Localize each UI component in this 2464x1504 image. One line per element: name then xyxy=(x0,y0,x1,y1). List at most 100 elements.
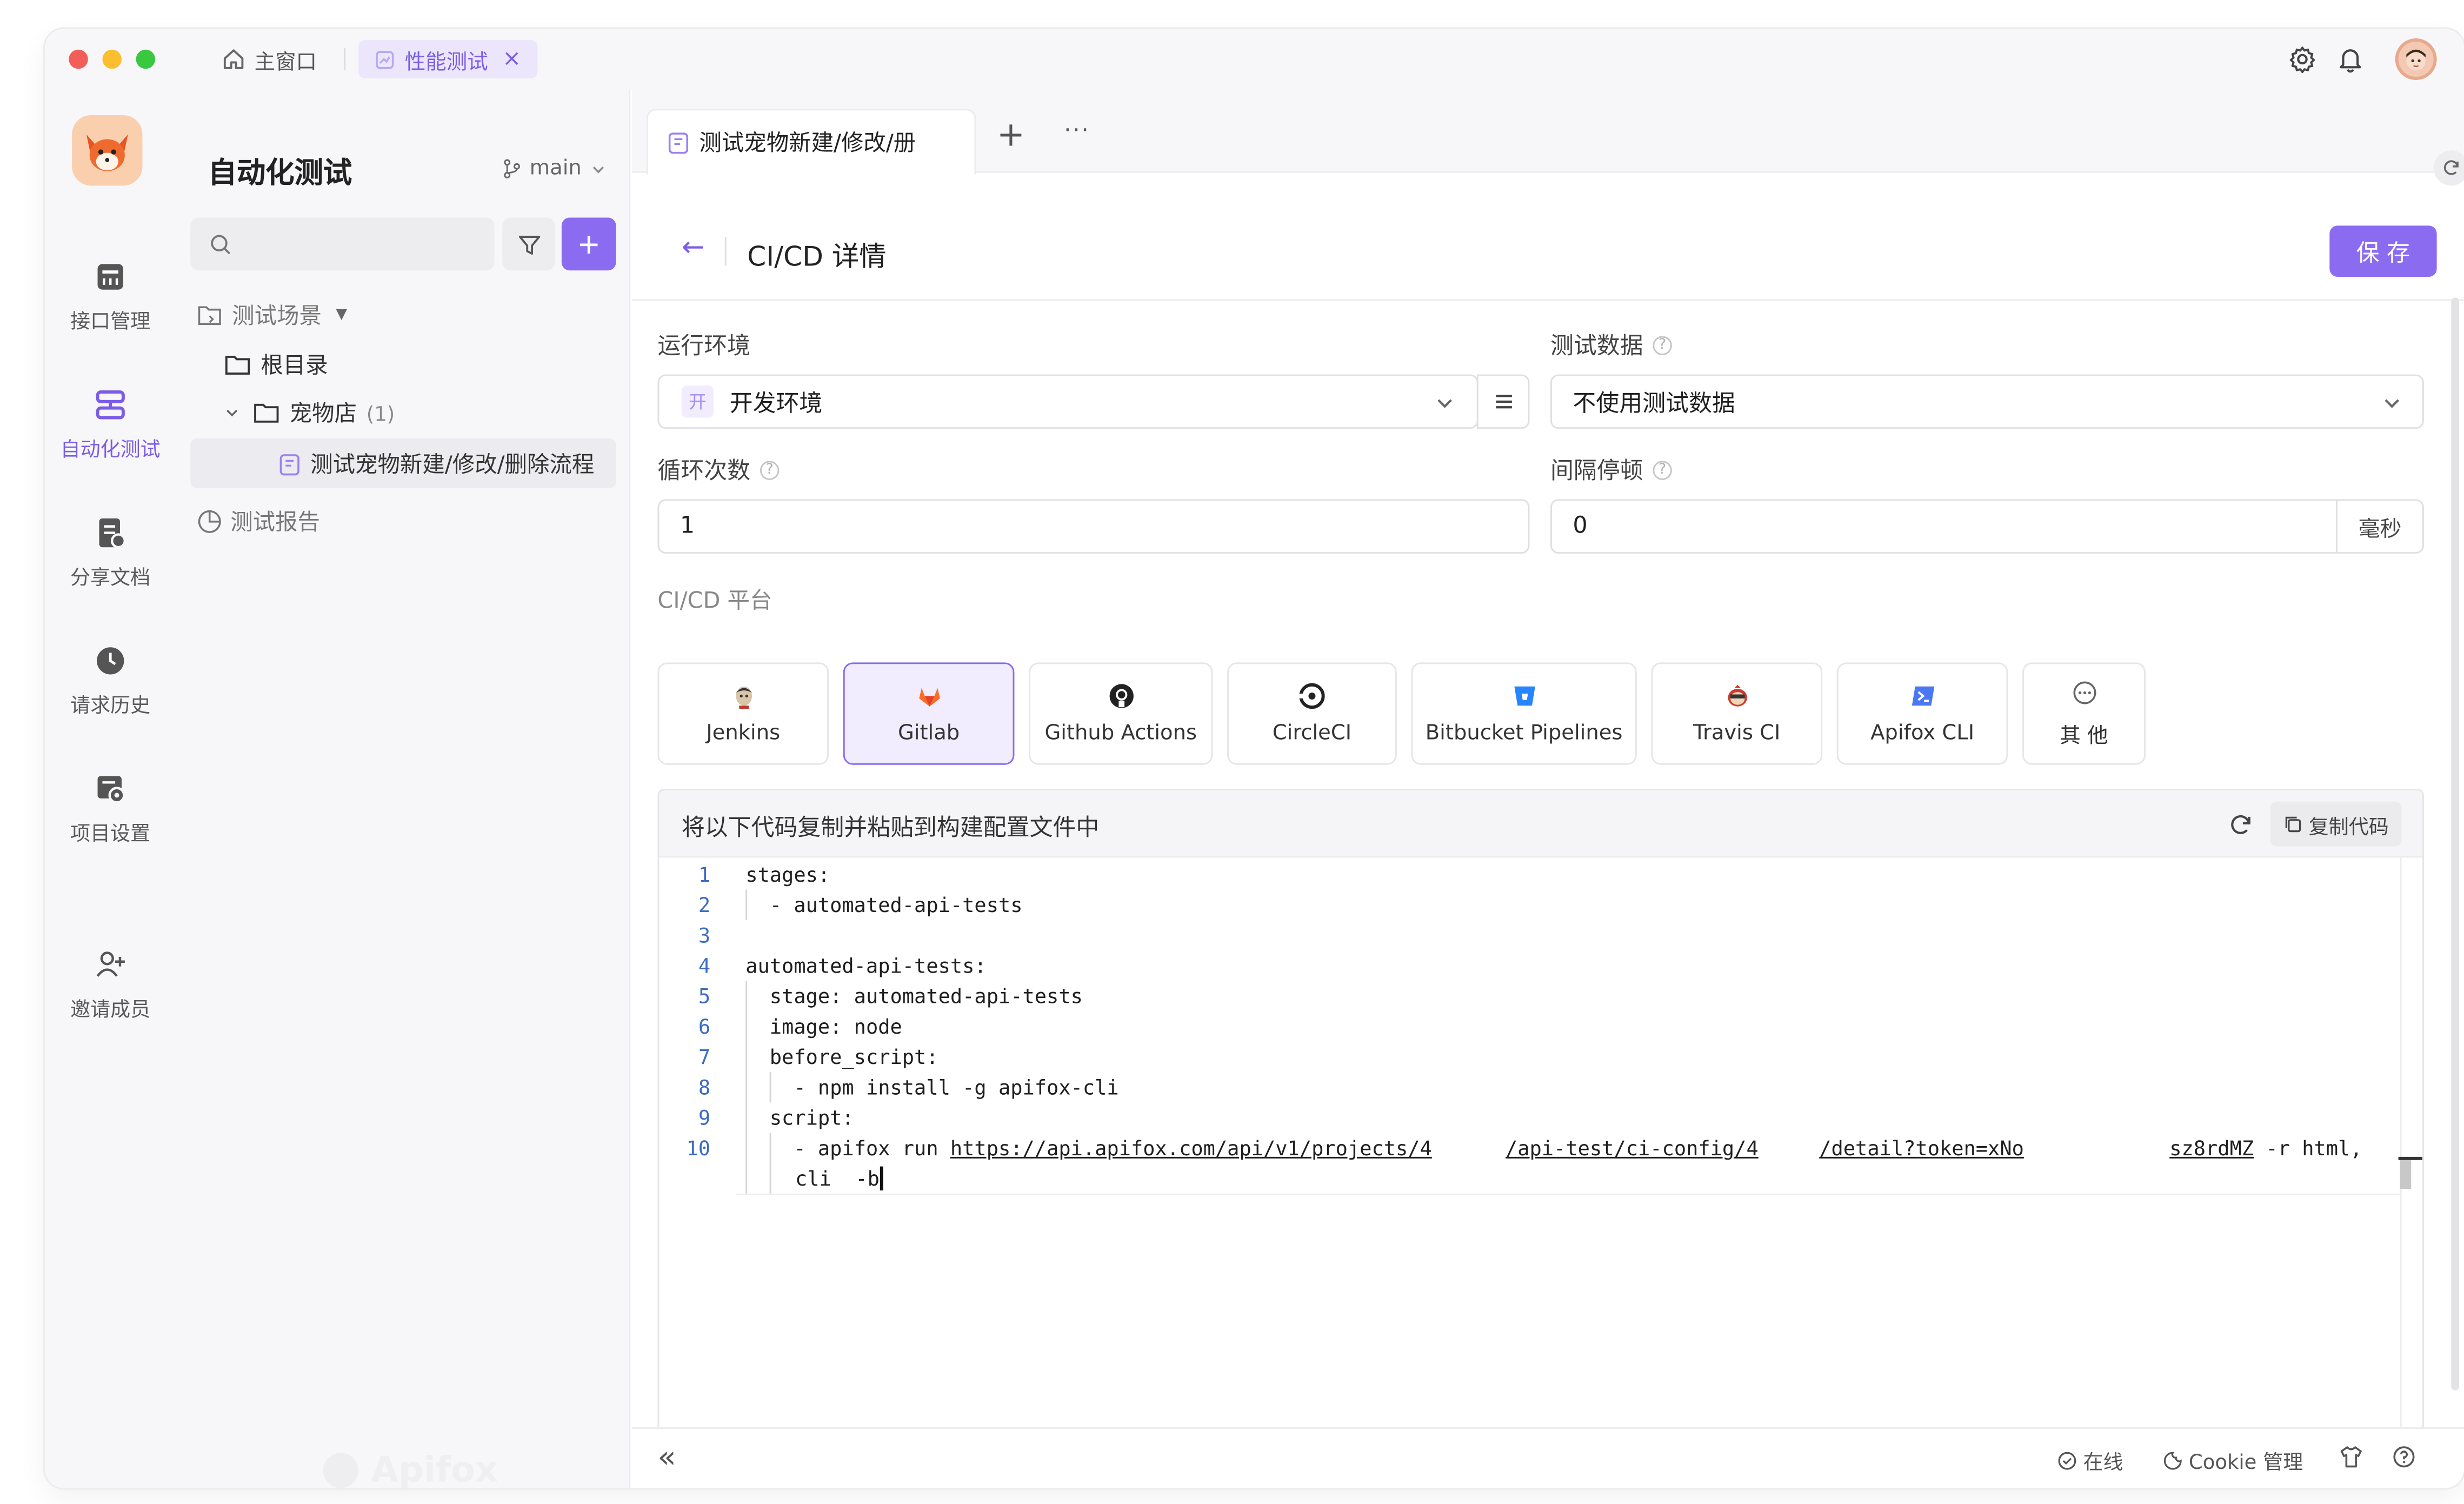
back-button[interactable]: ← xyxy=(682,232,704,264)
section-scenarios[interactable]: 测试场景 ▼ xyxy=(197,299,347,331)
collapse-sidebar-button[interactable]: « xyxy=(657,1440,676,1475)
code-run-prefix: - apifox run xyxy=(745,1136,950,1160)
plus-icon xyxy=(580,235,598,253)
code-scrollbar-thumb[interactable] xyxy=(2400,1158,2412,1189)
code-url-part[interactable]: https://api.apifox.com/api/v1/projects/4 xyxy=(950,1136,1432,1160)
test-data-select[interactable]: 不使用测试数据 xyxy=(1550,374,2424,429)
sync-button[interactable] xyxy=(2433,150,2464,186)
rail-label-invite: 邀请成员 xyxy=(70,996,151,1021)
copy-code-button[interactable]: 复制代码 xyxy=(2270,801,2402,847)
tab-scenario[interactable]: 测试宠物新建/修改/册 xyxy=(646,109,976,175)
rail-item-invite[interactable]: 邀请成员 xyxy=(45,947,176,1043)
platform-bitbucket-label: Bitbucket Pipelines xyxy=(1425,721,1623,745)
rail-item-history[interactable]: 请求历史 xyxy=(45,643,176,740)
branch-selector[interactable]: main xyxy=(502,157,607,181)
folder-icon xyxy=(225,356,250,375)
line-number: 8 xyxy=(698,1075,711,1100)
rail-item-share-doc[interactable]: 分享文档 xyxy=(45,515,176,611)
code-text: script: xyxy=(745,1106,854,1130)
rail-label-history: 请求历史 xyxy=(70,693,151,717)
user-avatar[interactable] xyxy=(2395,38,2437,80)
interval-label-text: 间隔停顿 xyxy=(1550,459,1643,485)
section-reports-label: 测试报告 xyxy=(230,510,320,536)
branch-name: main xyxy=(529,157,582,181)
help-icon[interactable]: ? xyxy=(1653,460,1672,480)
notifications-button[interactable] xyxy=(2333,42,2368,77)
code-url-part[interactable]: sz8rdMZ xyxy=(2169,1136,2254,1160)
watermark-text: Apifox xyxy=(371,1450,498,1488)
platform-github-actions[interactable]: Github Actions xyxy=(1029,662,1213,765)
code-line: 4 automated-api-tests: xyxy=(659,950,2400,981)
code-url-part[interactable]: /detail?token=xNo xyxy=(1819,1136,2024,1160)
help-icon[interactable]: ? xyxy=(1653,335,1672,355)
platform-jenkins[interactable]: Jenkins xyxy=(657,662,829,765)
code-url-part[interactable]: /api-test/ci-config/4 xyxy=(1506,1136,1759,1160)
env-value: 开发环境 xyxy=(729,391,823,417)
tree-folder-petstore[interactable]: 宠物店 (1) xyxy=(224,397,395,429)
add-tab-button[interactable]: + xyxy=(997,115,1025,154)
performance-icon xyxy=(376,50,394,69)
online-label: 在线 xyxy=(2083,1449,2123,1474)
online-status[interactable]: 在线 xyxy=(2057,1445,2123,1475)
loop-count-input[interactable]: 1 xyxy=(657,499,1530,554)
header-divider xyxy=(724,237,727,266)
line-number: 2 xyxy=(698,893,711,917)
platform-github-actions-label: Github Actions xyxy=(1044,721,1197,745)
platform-apifox-cli-label: Apifox CLI xyxy=(1870,721,1975,745)
rail-label-api: 接口管理 xyxy=(70,309,151,333)
minimize-window-button[interactable] xyxy=(102,49,122,69)
rail-item-settings[interactable]: 项目设置 xyxy=(45,771,176,868)
rail-label-settings: 项目设置 xyxy=(70,821,151,845)
indent-guide xyxy=(745,981,748,1194)
indent-guide xyxy=(769,1133,771,1194)
fox-logo-icon xyxy=(72,115,143,186)
gitlab-icon xyxy=(918,687,940,706)
platform-travis[interactable]: Travis CI xyxy=(1651,662,1823,765)
interval-input[interactable]: 0 xyxy=(1550,499,2338,554)
filter-button[interactable] xyxy=(502,217,556,271)
report-pie-icon xyxy=(198,510,221,533)
rail-item-automation[interactable]: 自动化测试 xyxy=(45,387,176,483)
platform-apifox-cli[interactable]: Apifox CLI xyxy=(1836,662,2008,765)
code-text-wrap: cli -b xyxy=(795,1166,880,1191)
platform-other[interactable]: 其 他 xyxy=(2022,662,2146,765)
maximize-window-button[interactable] xyxy=(136,49,156,69)
main-scrollbar[interactable] xyxy=(2451,297,2460,1390)
platform-other-label: 其 他 xyxy=(2060,724,2108,748)
code-text: stage: automated-api-tests xyxy=(745,984,1083,1008)
code-text: automated-api-tests: xyxy=(745,953,987,978)
platform-gitlab[interactable]: Gitlab xyxy=(843,662,1015,765)
line-number: 4 xyxy=(698,953,711,978)
home-tab[interactable]: 主窗口 xyxy=(221,40,317,78)
platform-travis-label: Travis CI xyxy=(1693,721,1781,745)
regenerate-button[interactable] xyxy=(2224,808,2256,840)
section-reports[interactable]: 测试报告 xyxy=(197,505,320,537)
settings-button[interactable] xyxy=(2285,42,2320,77)
platform-jenkins-label: Jenkins xyxy=(706,721,781,745)
env-manage-button[interactable] xyxy=(1476,374,1530,429)
more-tabs-button[interactable]: ··· xyxy=(1064,118,1090,144)
save-button[interactable]: 保 存 xyxy=(2329,225,2437,277)
line-number: 5 xyxy=(698,984,711,1008)
tab-performance-test[interactable]: 性能测试 × xyxy=(358,39,537,79)
history-icon xyxy=(97,647,124,675)
help-icon[interactable]: ? xyxy=(760,460,780,480)
line-number: 7 xyxy=(698,1044,711,1069)
theme-button[interactable] xyxy=(2339,1445,2363,1469)
loop-label: 循环次数? xyxy=(657,453,780,487)
close-window-button[interactable] xyxy=(69,49,88,69)
help-button[interactable] xyxy=(2392,1445,2416,1469)
tree-item-scenario[interactable]: 测试宠物新建/修改/删除流程 xyxy=(278,448,594,480)
platform-circleci[interactable]: CircleCI xyxy=(1227,662,1397,765)
search-input[interactable] xyxy=(190,217,495,271)
cookie-manager[interactable]: Cookie 管理 xyxy=(2163,1445,2303,1475)
rail-item-api[interactable]: 接口管理 xyxy=(45,259,176,355)
env-select[interactable]: 开 开发环境 xyxy=(657,374,1479,429)
close-tab-icon[interactable]: × xyxy=(502,46,521,72)
main-content: 测试宠物新建/修改/册 + ··· ← CI/CD 详情 保 存 运行环境 开 … xyxy=(632,89,2464,1488)
env-label: 运行环境 xyxy=(657,328,750,362)
platform-bitbucket[interactable]: Bitbucket Pipelines xyxy=(1411,662,1637,765)
code-text: image: node xyxy=(745,1014,902,1039)
tree-root-folder[interactable]: 根目录 xyxy=(224,349,328,381)
add-button[interactable] xyxy=(561,217,616,271)
